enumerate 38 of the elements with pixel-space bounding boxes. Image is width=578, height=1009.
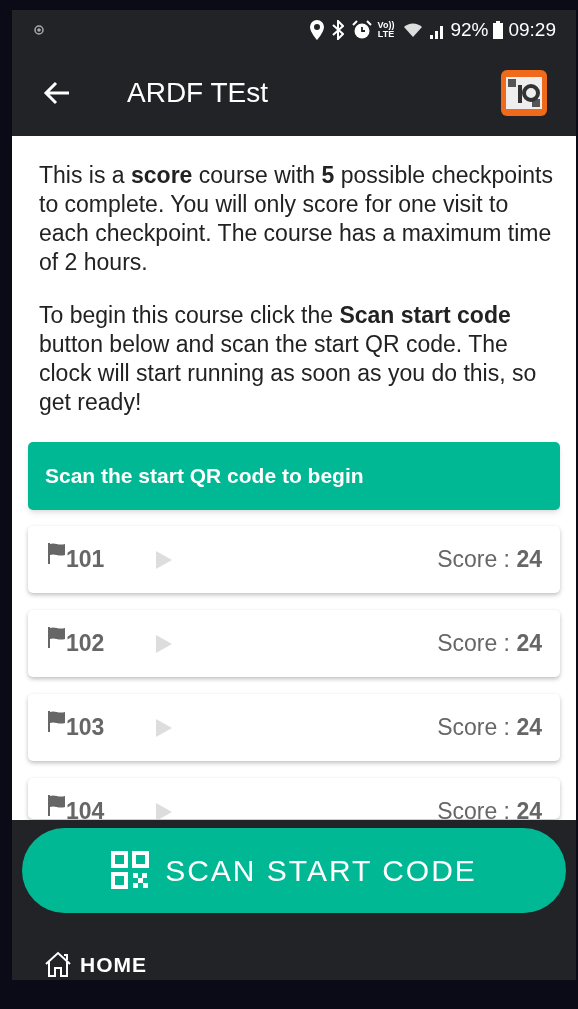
checkpoint-score: Score : 24 xyxy=(437,797,542,819)
play-icon xyxy=(156,550,172,569)
alarm-icon xyxy=(351,20,372,40)
home-icon xyxy=(44,950,72,979)
clock-time: 09:29 xyxy=(508,17,556,42)
play-icon xyxy=(156,718,172,737)
checkpoint-score: Score : 24 xyxy=(437,545,542,575)
intro-paragraph: This is a score course with 5 possible checkpoints to complete. You will only score for one visit to each checkpoint. The course has a maximum time of 2 hours. xyxy=(39,161,554,277)
flag-icon xyxy=(46,626,66,648)
checkpoint-score: Score : 24 xyxy=(437,713,542,743)
gps-icon xyxy=(32,23,46,37)
checkpoint-card[interactable]: 104 Score : 24 xyxy=(28,778,560,819)
checkpoint-number: 101 xyxy=(66,545,106,575)
volte-indicator: Vo)) LTE xyxy=(377,21,395,39)
checkpoint-number: 102 xyxy=(66,629,106,659)
checkpoint-card[interactable]: 103 Score : 24 xyxy=(28,694,560,761)
checkpoint-card[interactable]: 101 Score : 24 xyxy=(28,526,560,593)
battery-icon xyxy=(493,21,504,39)
wifi-icon xyxy=(404,21,423,39)
flag-icon xyxy=(46,794,66,816)
qr-code-icon xyxy=(111,851,150,890)
intro-paragraph: To begin this course click the Scan start code button below and scan the start QR code. The clock will start running as soon as you do this, so get ready! xyxy=(39,301,538,417)
flag-icon xyxy=(46,710,66,732)
checkpoint-number: 103 xyxy=(66,713,106,743)
play-icon xyxy=(156,634,172,653)
back-arrow-icon xyxy=(43,81,71,105)
battery-percent: 92% xyxy=(450,17,489,42)
flag-icon xyxy=(46,542,66,564)
instruction-banner: Scan the start QR code to begin xyxy=(28,442,560,510)
play-icon xyxy=(156,802,172,819)
checkpoint-card[interactable]: 102 Score : 24 xyxy=(28,610,560,677)
checkpoint-score: Score : 24 xyxy=(437,629,542,659)
app-logo-icon xyxy=(500,69,548,117)
location-pin-icon xyxy=(309,20,324,40)
screen-title: ARDF TEst xyxy=(127,76,270,110)
home-button[interactable]: HOME xyxy=(44,948,147,980)
bluetooth-icon xyxy=(331,20,344,40)
checkpoint-number: 104 xyxy=(66,797,106,819)
